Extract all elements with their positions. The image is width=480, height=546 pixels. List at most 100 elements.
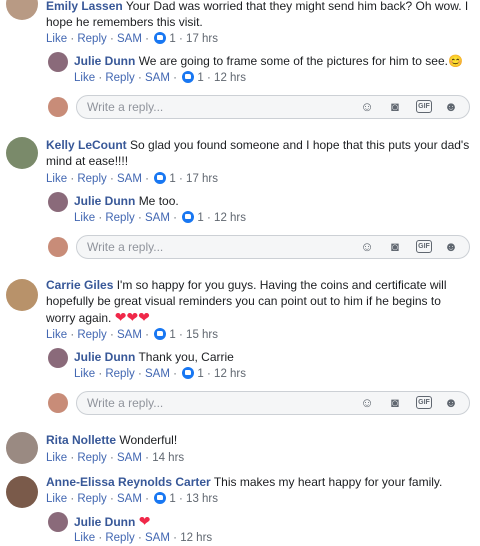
like-link[interactable]: Like <box>46 329 67 341</box>
comment-actions: Like · Reply · SAM · 1 · 17 hrs <box>46 172 219 185</box>
sticker-icon[interactable]: ☻ <box>443 239 459 255</box>
reply-input[interactable] <box>87 395 287 411</box>
comment-actions: Like · Reply · SAM · 1 · 15 hrs <box>46 328 219 341</box>
sam-link[interactable]: SAM <box>145 72 170 84</box>
my-avatar <box>48 393 68 413</box>
like-count[interactable]: 1 <box>197 212 203 224</box>
camera-icon[interactable]: ◙ <box>387 239 403 255</box>
reply-text: Me too. <box>138 194 179 208</box>
like-thumb-icon <box>182 211 195 223</box>
sam-link[interactable]: SAM <box>117 493 142 505</box>
sticker-icon[interactable]: ☻ <box>443 99 459 115</box>
timestamp[interactable]: 17 hrs <box>186 33 218 45</box>
emoji-icon[interactable]: ☺ <box>359 239 375 255</box>
reply-actions: Like · Reply · SAM · 1 · 12 hrs <box>74 71 247 84</box>
reply-avatar[interactable] <box>48 348 68 368</box>
gif-icon[interactable]: GIF <box>416 396 432 409</box>
timestamp[interactable]: 14 hrs <box>152 452 184 464</box>
reply-link[interactable]: Reply <box>105 532 134 544</box>
like-link[interactable]: Like <box>46 33 67 45</box>
sam-link[interactable]: SAM <box>117 33 142 45</box>
like-thumb-icon <box>154 172 167 184</box>
timestamp[interactable]: 12 hrs <box>180 532 212 544</box>
timestamp[interactable]: 15 hrs <box>186 329 218 341</box>
comment-author[interactable]: Anne-Elissa Reynolds Carter <box>46 475 211 489</box>
reply-link[interactable]: Reply <box>105 212 134 224</box>
emoji-icon[interactable]: ☺ <box>359 395 375 411</box>
reply-actions: Like · Reply · SAM · 1 · 12 hrs <box>74 367 247 380</box>
commenter-avatar[interactable] <box>6 432 38 464</box>
reply-composer[interactable]: ☺ ◙ GIF ☻ <box>76 95 470 119</box>
reply-composer[interactable]: ☺ ◙ GIF ☻ <box>76 235 470 259</box>
reply-link[interactable]: Reply <box>105 368 134 380</box>
timestamp[interactable]: 13 hrs <box>186 493 218 505</box>
commenter-avatar[interactable] <box>6 0 38 20</box>
timestamp[interactable]: 17 hrs <box>186 173 218 185</box>
heart-emoji-icon: ❤❤❤ <box>114 309 150 325</box>
reply-author[interactable]: Julie Dunn <box>74 54 135 68</box>
like-link[interactable]: Like <box>74 532 95 544</box>
camera-icon[interactable]: ◙ <box>387 99 403 115</box>
reply-link[interactable]: Reply <box>105 72 134 84</box>
comment-text: Wonderful! <box>119 433 178 447</box>
like-thumb-icon <box>182 367 195 379</box>
sam-link[interactable]: SAM <box>117 452 142 464</box>
reply-avatar[interactable] <box>48 512 68 532</box>
comment-text: This makes my heart happy for your famil… <box>213 475 443 489</box>
camera-icon[interactable]: ◙ <box>387 395 403 411</box>
like-thumb-icon <box>182 71 195 83</box>
reply-avatar[interactable] <box>48 192 68 212</box>
reply-author[interactable]: Julie Dunn <box>74 194 135 208</box>
timestamp[interactable]: 12 hrs <box>214 72 246 84</box>
gif-icon[interactable]: GIF <box>416 240 432 253</box>
sam-link[interactable]: SAM <box>117 173 142 185</box>
sam-link[interactable]: SAM <box>145 368 170 380</box>
reply-input[interactable] <box>87 99 287 115</box>
like-link[interactable]: Like <box>46 452 67 464</box>
reply-link[interactable]: Reply <box>77 329 106 341</box>
sam-link[interactable]: SAM <box>117 329 142 341</box>
comment-author[interactable]: Rita Nollette <box>46 433 116 447</box>
reply-author[interactable]: Julie Dunn <box>74 515 135 529</box>
commenter-avatar[interactable] <box>6 476 38 508</box>
like-thumb-icon <box>154 32 167 44</box>
reply-link[interactable]: Reply <box>77 493 106 505</box>
reply-input[interactable] <box>87 239 287 255</box>
sam-link[interactable]: SAM <box>145 212 170 224</box>
like-count[interactable]: 1 <box>169 493 175 505</box>
commenter-avatar[interactable] <box>6 279 38 311</box>
reply-link[interactable]: Reply <box>77 173 106 185</box>
reply-actions: Like · Reply · SAM · 1 · 12 hrs <box>74 211 247 224</box>
comment-author[interactable]: Kelly LeCount <box>46 138 127 152</box>
reply-avatar[interactable] <box>48 52 68 72</box>
commenter-avatar[interactable] <box>6 137 38 169</box>
sam-link[interactable]: SAM <box>145 532 170 544</box>
reply-body: Julie Dunn We are going to frame some of… <box>74 53 474 69</box>
timestamp[interactable]: 12 hrs <box>214 368 246 380</box>
gif-icon[interactable]: GIF <box>416 100 432 113</box>
reply-author[interactable]: Julie Dunn <box>74 350 135 364</box>
reply-actions: Like · Reply · SAM · 12 hrs <box>74 532 213 544</box>
like-link[interactable]: Like <box>74 368 95 380</box>
comment-actions: Like · Reply · SAM · 14 hrs <box>46 452 185 464</box>
like-link[interactable]: Like <box>46 493 67 505</box>
reply-body: Julie Dunn Me too. <box>74 193 474 209</box>
comment-body: Kelly LeCount So glad you found someone … <box>46 137 470 169</box>
reply-composer[interactable]: ☺ ◙ GIF ☻ <box>76 391 470 415</box>
like-count[interactable]: 1 <box>169 33 175 45</box>
reply-link[interactable]: Reply <box>77 452 106 464</box>
like-link[interactable]: Like <box>46 173 67 185</box>
like-count[interactable]: 1 <box>197 368 203 380</box>
like-count[interactable]: 1 <box>197 72 203 84</box>
like-link[interactable]: Like <box>74 72 95 84</box>
like-count[interactable]: 1 <box>169 329 175 341</box>
like-link[interactable]: Like <box>74 212 95 224</box>
sticker-icon[interactable]: ☻ <box>443 395 459 411</box>
like-thumb-icon <box>154 492 167 504</box>
reply-link[interactable]: Reply <box>77 33 106 45</box>
timestamp[interactable]: 12 hrs <box>214 212 246 224</box>
emoji-icon[interactable]: ☺ <box>359 99 375 115</box>
comment-author[interactable]: Carrie Giles <box>46 278 113 292</box>
like-count[interactable]: 1 <box>169 173 175 185</box>
comment-author[interactable]: Emily Lassen <box>46 0 123 13</box>
